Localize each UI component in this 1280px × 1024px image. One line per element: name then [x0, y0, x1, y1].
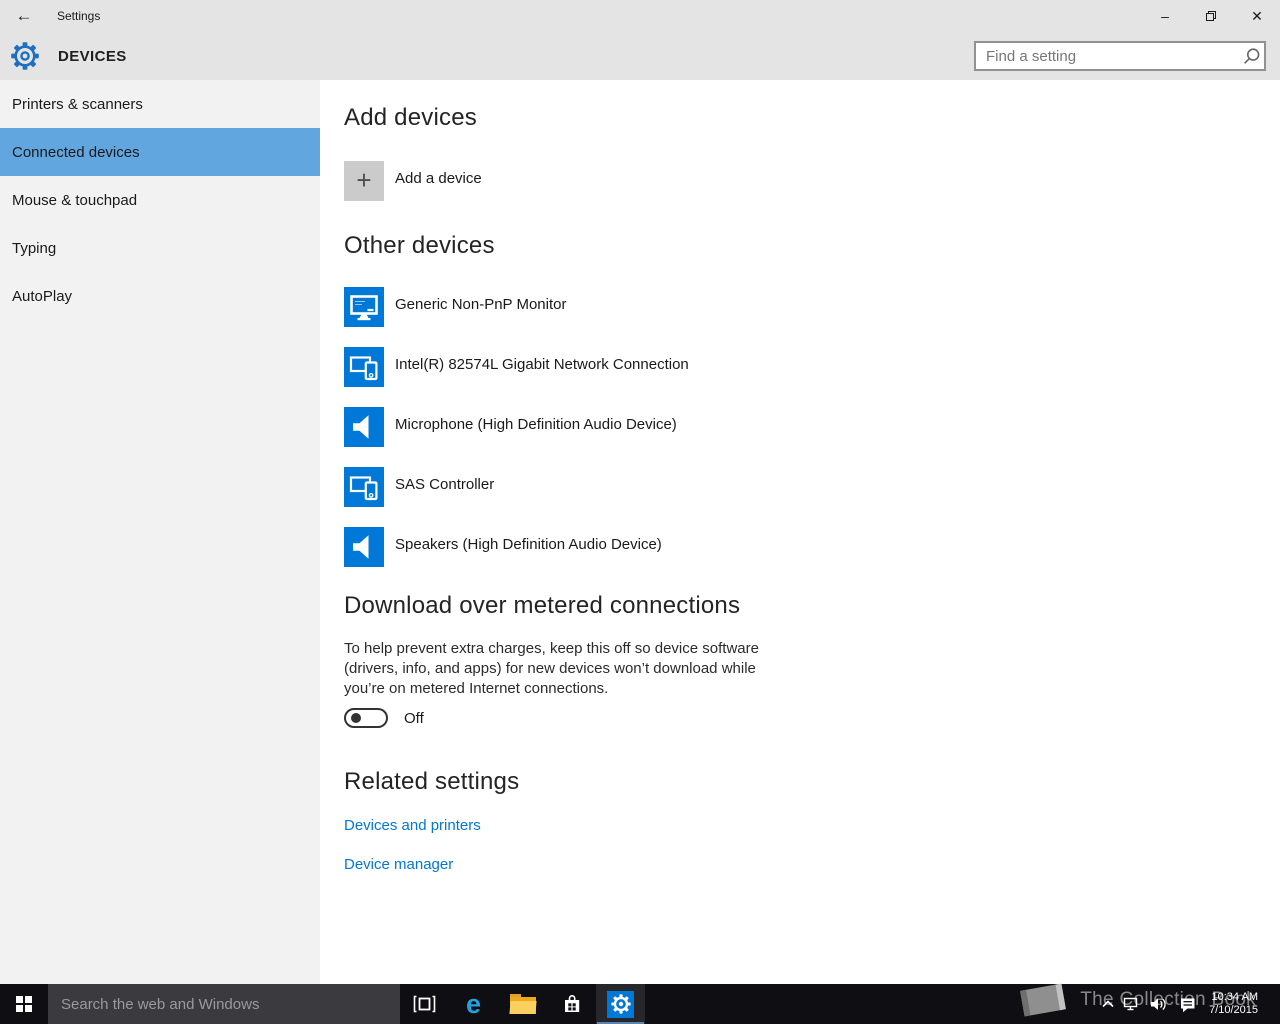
sidebar-item-label: Typing	[12, 240, 56, 257]
sidebar-item-typing[interactable]: Typing	[0, 224, 320, 272]
sidebar-item-mouse-touchpad[interactable]: Mouse & touchpad	[0, 176, 320, 224]
metered-heading: Download over metered connections	[344, 592, 1280, 620]
sidebar-item-label: Mouse & touchpad	[12, 192, 137, 209]
window-controls: – ✕	[1142, 0, 1280, 32]
search-input[interactable]	[976, 43, 1238, 69]
toggle-state-label: Off	[404, 710, 424, 727]
back-button[interactable]: ←	[0, 0, 48, 32]
other-devices-heading: Other devices	[344, 232, 1280, 260]
devices-and-printers-link[interactable]: Devices and printers	[344, 817, 481, 834]
toggle-knob	[351, 713, 361, 723]
metered-toggle[interactable]	[344, 708, 388, 728]
tray-chevron-up-icon[interactable]	[1097, 984, 1119, 1024]
settings-window: ← Settings – ✕	[0, 0, 1280, 1024]
metered-description: To help prevent extra charges, keep this…	[344, 639, 1280, 699]
restore-icon	[1205, 10, 1217, 22]
device-name: Generic Non-PnP Monitor	[395, 287, 566, 327]
device-name: Microphone (High Definition Audio Device…	[395, 407, 677, 447]
app-header: ← Settings – ✕	[0, 0, 1280, 80]
speaker-icon	[344, 527, 384, 567]
sidebar-item-label: Printers & scanners	[12, 96, 143, 113]
file-explorer-icon	[510, 994, 536, 1014]
sidebar-item-connected-devices[interactable]: Connected devices	[0, 128, 320, 176]
close-icon: ✕	[1251, 8, 1263, 25]
system-tray: 10:34 AM 7/10/2015	[1097, 984, 1280, 1024]
minimize-button[interactable]: –	[1142, 0, 1188, 32]
main-content: Add devices + Add a device Other devices	[320, 80, 1280, 984]
page-header-row: DEVICES	[0, 32, 1280, 80]
taskbar-search-input[interactable]	[48, 984, 400, 1024]
devices-icon	[344, 467, 384, 507]
device-row-microphone[interactable]: Microphone (High Definition Audio Device…	[344, 407, 1280, 447]
taskbar-clock[interactable]: 10:34 AM 7/10/2015	[1209, 991, 1258, 1017]
add-devices-heading: Add devices	[344, 104, 1280, 132]
settings-app-icon	[607, 991, 634, 1018]
sidebar: Printers & scanners Connected devices Mo…	[0, 80, 320, 984]
window-title: Settings	[57, 9, 100, 23]
device-row-speakers[interactable]: Speakers (High Definition Audio Device)	[344, 527, 1280, 567]
clock-date: 7/10/2015	[1209, 1004, 1258, 1017]
titlebar: ← Settings – ✕	[0, 0, 1280, 32]
sidebar-item-label: Connected devices	[12, 144, 140, 161]
find-setting-search[interactable]	[974, 41, 1266, 71]
monitor-icon	[344, 287, 384, 327]
sidebar-item-printers-scanners[interactable]: Printers & scanners	[0, 80, 320, 128]
devices-icon	[344, 347, 384, 387]
device-name: Intel(R) 82574L Gigabit Network Connecti…	[395, 347, 689, 387]
close-button[interactable]: ✕	[1234, 0, 1280, 32]
metered-toggle-row: Off	[344, 708, 1280, 728]
app-body: Printers & scanners Connected devices Mo…	[0, 80, 1280, 984]
windows-logo-icon	[16, 996, 32, 1012]
network-icon[interactable]	[1119, 984, 1145, 1024]
device-row-sas-controller[interactable]: SAS Controller	[344, 467, 1280, 507]
edge-icon: e	[466, 991, 481, 1018]
back-arrow-icon: ←	[16, 6, 33, 25]
settings-gear-icon	[9, 40, 41, 72]
device-list: Generic Non-PnP Monitor Intel(R) 82574L …	[344, 287, 1280, 567]
sidebar-item-label: AutoPlay	[12, 288, 72, 305]
task-view-button[interactable]	[400, 984, 449, 1024]
plus-icon[interactable]: +	[344, 161, 384, 201]
sidebar-item-autoplay[interactable]: AutoPlay	[0, 272, 320, 320]
file-explorer-button[interactable]	[498, 984, 547, 1024]
device-name: Speakers (High Definition Audio Device)	[395, 527, 662, 567]
taskbar-spacer	[645, 984, 1097, 1024]
taskbar-search[interactable]	[48, 984, 400, 1024]
action-center-icon[interactable]	[1173, 984, 1203, 1024]
taskbar: e	[0, 984, 1280, 1024]
task-view-icon	[412, 993, 437, 1015]
device-name: SAS Controller	[395, 467, 494, 507]
related-settings-heading: Related settings	[344, 768, 1280, 796]
store-icon	[560, 992, 584, 1016]
page-title: DEVICES	[58, 48, 127, 65]
add-device-label: Add a device	[395, 161, 482, 201]
minimize-icon: –	[1161, 8, 1169, 24]
restore-button[interactable]	[1188, 0, 1234, 32]
store-button[interactable]	[547, 984, 596, 1024]
start-button[interactable]	[0, 984, 48, 1024]
clock-time: 10:34 AM	[1209, 991, 1258, 1004]
volume-icon[interactable]	[1145, 984, 1173, 1024]
edge-button[interactable]: e	[449, 984, 498, 1024]
device-manager-link[interactable]: Device manager	[344, 856, 453, 873]
search-icon[interactable]	[1238, 47, 1264, 66]
speaker-icon	[344, 407, 384, 447]
device-row-network[interactable]: Intel(R) 82574L Gigabit Network Connecti…	[344, 347, 1280, 387]
device-row-monitor[interactable]: Generic Non-PnP Monitor	[344, 287, 1280, 327]
add-device-button[interactable]: + Add a device	[344, 161, 1280, 201]
settings-taskbar-button[interactable]	[596, 984, 645, 1024]
